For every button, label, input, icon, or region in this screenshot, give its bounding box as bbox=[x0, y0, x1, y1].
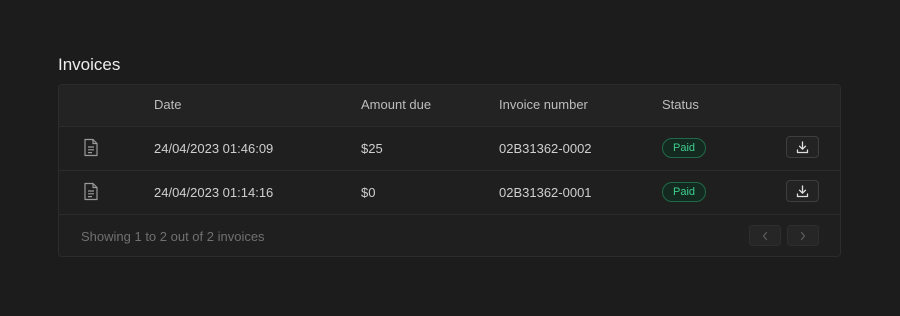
status-badge: Paid bbox=[662, 182, 707, 202]
chevron-right-icon bbox=[800, 231, 806, 240]
pagination-summary: Showing 1 to 2 out of 2 invoices bbox=[81, 229, 265, 244]
document-icon bbox=[83, 182, 99, 201]
table-row: 24/04/2023 01:14:16 $0 02B31362-0001 Pai… bbox=[59, 171, 840, 215]
header-date: Date bbox=[154, 97, 182, 112]
download-button[interactable] bbox=[786, 180, 819, 202]
invoice-date: 24/04/2023 01:46:09 bbox=[154, 141, 274, 156]
invoices-page: Invoices Date Amount due Invoice number … bbox=[0, 0, 900, 316]
download-icon bbox=[796, 140, 809, 153]
document-icon bbox=[83, 138, 99, 157]
next-page-button[interactable] bbox=[787, 225, 819, 246]
status-badge: Paid bbox=[662, 138, 707, 158]
table-header: Date Amount due Invoice number Status bbox=[59, 85, 840, 127]
table-footer: Showing 1 to 2 out of 2 invoices bbox=[59, 215, 840, 256]
section-title: Invoices bbox=[58, 55, 121, 74]
invoice-amount: $25 bbox=[361, 141, 383, 156]
table-row: 24/04/2023 01:46:09 $25 02B31362-0002 Pa… bbox=[59, 127, 840, 171]
invoice-amount: $0 bbox=[361, 185, 376, 200]
invoice-number: 02B31362-0001 bbox=[499, 185, 592, 200]
previous-page-button[interactable] bbox=[749, 225, 781, 246]
invoice-number: 02B31362-0002 bbox=[499, 141, 592, 156]
download-button[interactable] bbox=[786, 136, 819, 158]
header-amount-due: Amount due bbox=[361, 97, 432, 112]
invoices-table: Date Amount due Invoice number Status 24… bbox=[58, 84, 841, 257]
invoice-date: 24/04/2023 01:14:16 bbox=[154, 185, 274, 200]
chevron-left-icon bbox=[762, 231, 768, 240]
download-icon bbox=[796, 184, 809, 197]
header-invoice-number: Invoice number bbox=[499, 97, 588, 112]
header-status: Status bbox=[662, 97, 699, 112]
